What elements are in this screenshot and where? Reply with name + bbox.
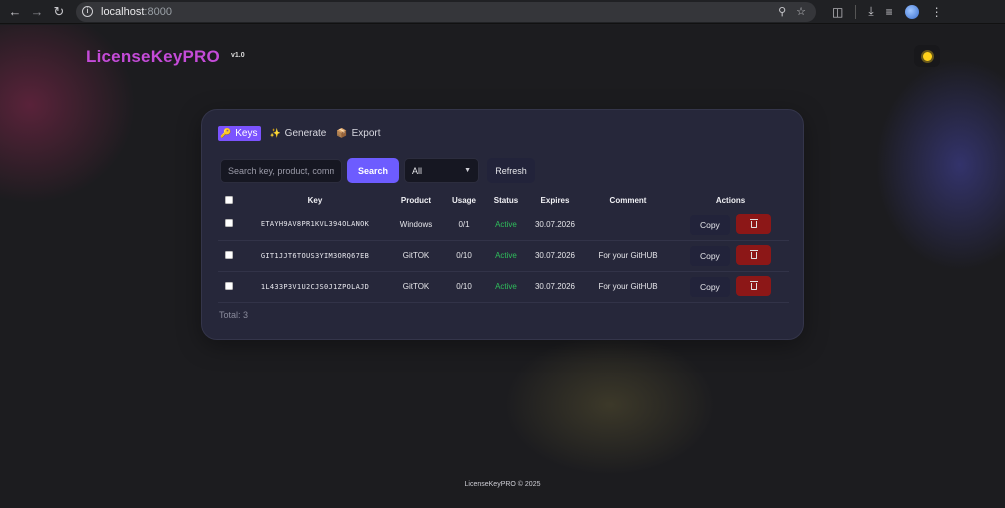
- copy-button[interactable]: Copy: [689, 245, 730, 266]
- tab-export[interactable]: 📦 Export: [334, 126, 382, 141]
- row-checkbox[interactable]: [225, 219, 233, 228]
- browser-toolbar: ← → ↻ i localhost:8000 ⚲ ☆ ◫ ⤓ ≡ ⋮: [0, 0, 1005, 24]
- tab-generate[interactable]: ✨ Generate: [267, 126, 328, 141]
- zoom-icon[interactable]: ⚲: [778, 5, 786, 18]
- keys-table: Key Product Usage Status Expires Comment…: [218, 192, 789, 303]
- forward-arrow-icon[interactable]: →: [26, 1, 48, 23]
- page: LicenseKeyPRO v1.0 🔑 Keys ✨ Generate 📦 E…: [0, 25, 1005, 508]
- row-select-cell: [218, 209, 240, 241]
- table-row: GIT1JJT6TOUS3YIM3ORQ67EB GitTOK 0/10 Act…: [218, 240, 789, 272]
- column-header: Comment: [609, 196, 647, 205]
- table-row: ETAYH9AV8PR1KVL394OLANOK Windows 0/1 Act…: [218, 209, 789, 241]
- media-icon[interactable]: ≡: [886, 5, 893, 19]
- row-checkbox[interactable]: [225, 250, 233, 259]
- license-key: ETAYH9AV8PR1KVL394OLANOK: [240, 209, 390, 241]
- actions-cell: Copy: [672, 240, 789, 272]
- tab-keys[interactable]: 🔑 Keys: [218, 126, 262, 141]
- column-header: Expires: [540, 196, 570, 205]
- search-input[interactable]: [220, 158, 342, 183]
- license-key: 1L433P3V1U2CJS0J1ZPOLAJD: [240, 271, 390, 303]
- column-header: Status: [493, 196, 519, 205]
- expires-cell: 30.07.2026: [526, 209, 584, 241]
- comment-cell: [584, 209, 672, 241]
- extensions-icon[interactable]: ◫: [832, 5, 843, 19]
- column-header: Actions: [715, 196, 746, 205]
- select-all-header: [218, 192, 240, 209]
- product-cell: Windows: [390, 209, 442, 241]
- table-header-row: Key Product Usage Status Expires Comment…: [218, 192, 789, 209]
- usage-cell: 0/10: [442, 271, 486, 303]
- usage-cell: 0/1: [442, 209, 486, 241]
- status-badge: Active: [486, 209, 526, 241]
- column-header: Key: [307, 196, 323, 205]
- chevron-down-icon: ▼: [464, 167, 471, 174]
- tab-bar: 🔑 Keys ✨ Generate 📦 Export: [218, 126, 383, 141]
- tab-label: Generate: [284, 128, 327, 139]
- actions-cell: Copy: [672, 271, 789, 303]
- key-icon: 🔑: [220, 128, 232, 138]
- usage-cell: 0/10: [442, 240, 486, 272]
- delete-button[interactable]: [736, 276, 772, 297]
- table-row: 1L433P3V1U2CJS0J1ZPOLAJD GitTOK 0/10 Act…: [218, 271, 789, 303]
- row-checkbox[interactable]: [225, 281, 233, 290]
- back-arrow-icon[interactable]: ←: [4, 1, 26, 23]
- footer-copyright: LicenseKeyPRO © 2025: [464, 481, 541, 488]
- trash-icon: [749, 249, 758, 259]
- search-button[interactable]: Search: [347, 158, 399, 183]
- filter-toolbar: Search All ▼ Refresh: [220, 158, 535, 183]
- license-key: GIT1JJT6TOUS3YIM3ORQ67EB: [240, 240, 390, 272]
- product-cell: GitTOK: [390, 240, 442, 272]
- status-badge: Active: [486, 271, 526, 303]
- tab-label: Export: [351, 128, 381, 139]
- reload-icon[interactable]: ↻: [48, 1, 70, 23]
- row-select-cell: [218, 240, 240, 272]
- theme-toggle-button[interactable]: [914, 45, 940, 67]
- comment-cell: For your GitHUB: [584, 240, 672, 272]
- refresh-button[interactable]: Refresh: [487, 158, 535, 183]
- toolbar-divider: [855, 4, 857, 19]
- comment-cell: For your GitHUB: [584, 271, 672, 303]
- address-bar[interactable]: i localhost:8000 ⚲ ☆: [76, 1, 816, 22]
- url-text: localhost:8000: [101, 5, 172, 18]
- profile-icon[interactable]: [904, 4, 919, 19]
- info-icon[interactable]: i: [82, 6, 93, 17]
- brand-logo[interactable]: LicenseKeyPRO: [86, 47, 220, 67]
- menu-icon[interactable]: ⋮: [931, 5, 943, 19]
- column-header: Usage: [451, 196, 476, 205]
- sparkles-icon: ✨: [269, 128, 281, 138]
- tab-label: Keys: [235, 128, 258, 139]
- expires-cell: 30.07.2026: [526, 240, 584, 272]
- trash-icon: [749, 280, 758, 290]
- package-icon: 📦: [336, 128, 348, 138]
- version-badge: v1.0: [231, 52, 245, 59]
- select-value: All: [412, 165, 423, 176]
- sun-icon: [922, 51, 932, 61]
- download-icon[interactable]: ⤓: [868, 4, 873, 19]
- copy-button[interactable]: Copy: [689, 214, 730, 235]
- keys-panel: 🔑 Keys ✨ Generate 📦 Export Search All ▼ …: [201, 109, 804, 340]
- delete-button[interactable]: [736, 245, 772, 266]
- select-all-checkbox[interactable]: [225, 195, 233, 204]
- trash-icon: [749, 218, 758, 228]
- star-icon[interactable]: ☆: [796, 5, 806, 18]
- status-filter-select[interactable]: All ▼: [404, 158, 479, 183]
- copy-button[interactable]: Copy: [689, 276, 730, 297]
- status-badge: Active: [486, 240, 526, 272]
- product-cell: GitTOK: [390, 271, 442, 303]
- expires-cell: 30.07.2026: [526, 271, 584, 303]
- actions-cell: Copy: [672, 209, 789, 241]
- column-header: Product: [400, 196, 432, 205]
- row-select-cell: [218, 271, 240, 303]
- delete-button[interactable]: [736, 214, 772, 234]
- total-count: Total: 3: [219, 310, 249, 320]
